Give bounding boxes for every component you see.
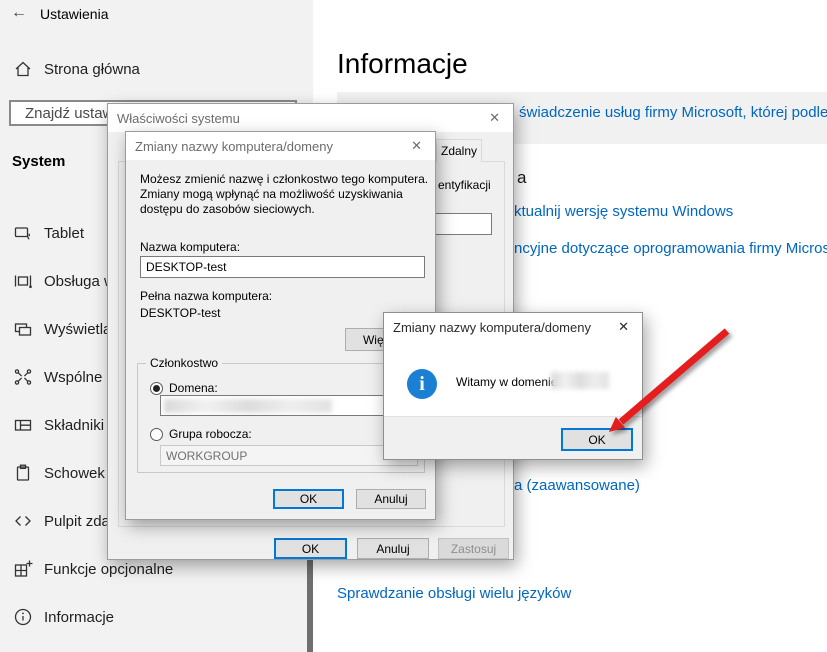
sidebar-item-label: Składniki s <box>44 417 116 434</box>
sidebar-section-system: System <box>12 153 65 170</box>
domain-input[interactable] <box>160 395 418 416</box>
membership-label: Członkostwo <box>146 356 222 370</box>
ok-button[interactable]: OK <box>273 489 344 509</box>
displays-icon <box>13 319 33 339</box>
sidebar-item-label: Obsługa w <box>44 273 115 290</box>
sidebar-item-label: Informacje <box>44 609 114 626</box>
share-nodes-icon <box>13 367 33 387</box>
close-icon[interactable]: ✕ <box>485 108 504 128</box>
tablet-icon <box>13 223 33 243</box>
welcome-titlebar: Zmiany nazwy komputera/domeny ✕ <box>384 313 642 341</box>
domain-radio-label[interactable]: Domena: <box>169 381 218 395</box>
close-icon[interactable]: ✕ <box>614 317 633 337</box>
sidebar-item-label: Wspólne ś <box>44 369 114 386</box>
link-microsoft-services-fragment[interactable]: świadczenie usług firmy Microsoft, które… <box>519 104 827 121</box>
close-icon[interactable]: ✕ <box>407 136 426 156</box>
ok-button-label: OK <box>302 542 319 556</box>
sidebar-item-label: Wyświetla <box>44 321 111 338</box>
cancel-button-label: Anuluj <box>376 542 409 556</box>
dialog-title: Zmiany nazwy komputera/domeny <box>393 320 591 335</box>
sidebar-item-label: Funkcje opcjonalne <box>44 561 173 578</box>
workgroup-radio[interactable] <box>150 428 163 441</box>
dialog-title: Właściwości systemu <box>117 111 240 126</box>
full-name-label: Pełna nazwa komputera: <box>140 289 272 303</box>
cancel-button-label: Anuluj <box>374 492 407 506</box>
sidebar-item-label: Tablet <box>44 225 84 242</box>
remote-desktop-icon <box>13 511 33 531</box>
settings-window: ← Ustawienia Strona główna Znajdź ustawi… <box>0 0 827 652</box>
computer-name-label: Nazwa komputera: <box>140 240 240 254</box>
computer-name-titlebar: Zmiany nazwy komputera/domeny ✕ <box>126 132 435 160</box>
optional-features-icon <box>13 559 33 579</box>
ok-button[interactable]: OK <box>274 538 347 559</box>
welcome-message: Witamy w domenie <box>456 375 557 389</box>
domain-radio[interactable] <box>150 382 163 395</box>
membership-groupbox: Członkostwo Domena: Grupa robocza: WORKG… <box>137 363 425 473</box>
dialog-title: Zmiany nazwy komputera/domeny <box>135 139 333 154</box>
link-upgrade-windows-fragment[interactable]: ktualnij wersję systemu Windows <box>514 203 733 220</box>
computer-name-input[interactable]: DESKTOP-test <box>140 256 425 278</box>
computer-name-value: DESKTOP-test <box>146 260 226 274</box>
sidebar-item-about[interactable]: Informacje <box>13 604 305 630</box>
info-icon: i <box>407 369 437 399</box>
identification-text-fragment: entyfikacji <box>438 178 491 192</box>
app-title: Ustawienia <box>40 6 108 22</box>
home-icon <box>13 59 33 79</box>
link-language-support[interactable]: Sprawdzanie obsługi wielu języków <box>337 585 571 602</box>
tab-remote-label: Zdalny <box>441 144 477 158</box>
link-license-terms-fragment[interactable]: ncyjne dotyczące oprogramowania firmy Mi… <box>514 240 827 257</box>
system-properties-titlebar: Właściwości systemu ✕ <box>108 104 513 132</box>
hidden-heading-fragment: a <box>517 168 526 188</box>
sidebar-home-label: Strona główna <box>44 61 140 78</box>
link-advanced-system-settings-fragment[interactable]: a (zaawansowane) <box>514 477 640 494</box>
ok-button-label: OK <box>300 492 317 506</box>
tab-remote[interactable]: Zdalny <box>436 139 482 162</box>
workgroup-value: WORKGROUP <box>166 449 247 463</box>
ok-button-label: OK <box>588 433 605 447</box>
ok-button[interactable]: OK <box>561 428 633 451</box>
page-title: Informacje <box>337 48 468 80</box>
sidebar-item-home[interactable]: Strona główna <box>13 55 303 83</box>
apply-button[interactable]: Zastosuj <box>438 538 509 559</box>
clipboard-icon <box>13 463 33 483</box>
workgroup-radio-label[interactable]: Grupa robocza: <box>169 427 252 441</box>
blurred-domain-name <box>551 372 609 389</box>
back-arrow-icon[interactable]: ← <box>11 4 27 22</box>
sidebar-item-label: Pulpit zdal <box>44 513 113 530</box>
dialog-description: Możesz zmienić nazwę i członkostwo tego … <box>140 172 433 217</box>
blurred-domain-name <box>164 399 332 413</box>
workgroup-input[interactable]: WORKGROUP <box>160 445 418 466</box>
full-name-value: DESKTOP-test <box>140 306 220 320</box>
cancel-button[interactable]: Anuluj <box>356 489 426 509</box>
multitasking-icon <box>13 271 33 291</box>
sidebar-item-label: Schowek <box>44 465 105 482</box>
apply-button-label: Zastosuj <box>451 542 496 556</box>
info-icon-glyph: i <box>419 373 425 396</box>
welcome-dialog: Zmiany nazwy komputera/domeny ✕ i Witamy… <box>383 312 643 460</box>
cancel-button[interactable]: Anuluj <box>357 538 429 559</box>
components-icon <box>13 415 33 435</box>
info-outline-icon <box>13 607 33 627</box>
